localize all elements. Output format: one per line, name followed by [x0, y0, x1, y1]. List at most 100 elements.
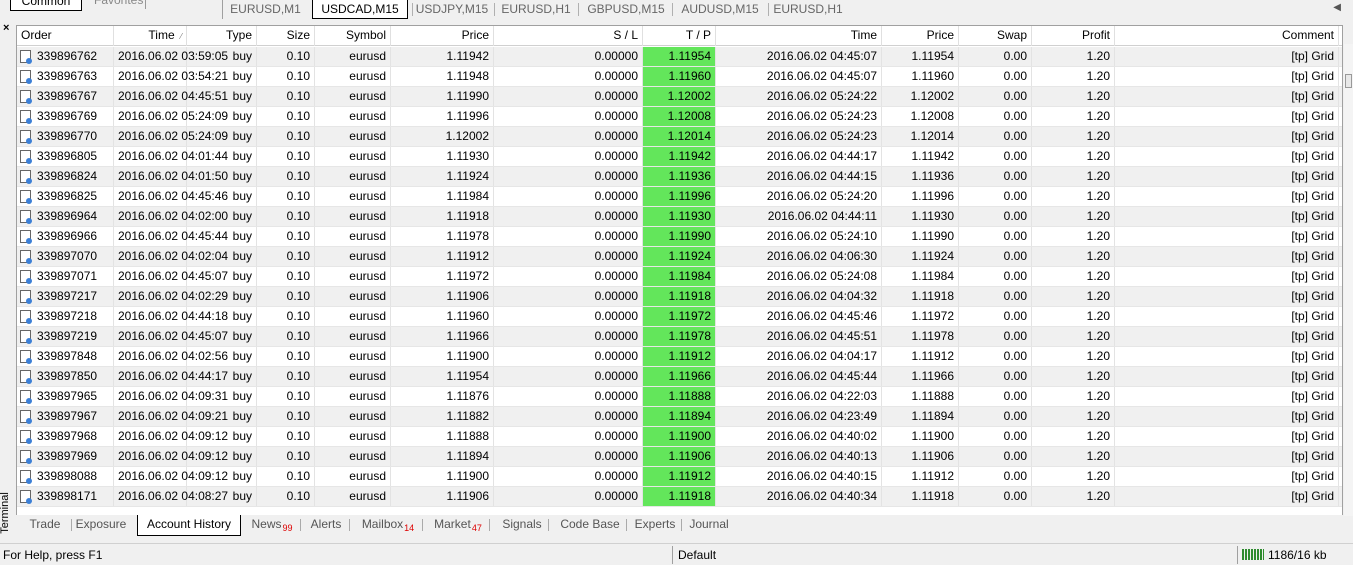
- table-cell: 1.20: [1032, 147, 1115, 166]
- terminal-tab[interactable]: Alerts: [304, 515, 348, 535]
- table-row[interactable]: 339896824 2016.06.02 04:01:50 buy 0.10 eurus…: [17, 167, 1342, 187]
- column-header[interactable]: S / L: [494, 26, 643, 46]
- table-cell: [tp] Grid: [1115, 387, 1339, 406]
- table-row[interactable]: 339896805 2016.06.02 04:01:44 buy 0.10 eurus…: [17, 147, 1342, 167]
- table-row[interactable]: 339897219 2016.06.02 04:45:07 buy 0.10 eurus…: [17, 327, 1342, 347]
- table-cell: 1.11924: [391, 167, 494, 186]
- take-profit-cell: 1.11924: [643, 247, 716, 266]
- column-header[interactable]: Swap: [959, 26, 1032, 46]
- tabs-scroll-left-icon[interactable]: ◀: [1333, 2, 1341, 13]
- table-cell: 0.10: [257, 287, 315, 306]
- table-row[interactable]: 339897848 2016.06.02 04:02:56 buy 0.10 eurus…: [17, 347, 1342, 367]
- table-row[interactable]: 339897968 2016.06.02 04:09:12 buy 0.10 eurus…: [17, 427, 1342, 447]
- take-profit-cell: 1.11972: [643, 307, 716, 326]
- table-cell: 0.00: [959, 107, 1032, 126]
- table-row[interactable]: 339896770 2016.06.02 05:24:09 buy 0.10 eurus…: [17, 127, 1342, 147]
- terminal-tab[interactable]: Account History: [137, 515, 241, 536]
- terminal-tab[interactable]: Experts: [630, 515, 680, 535]
- table-row[interactable]: 339898171 2016.06.02 04:08:27 buy 0.10 eurus…: [17, 487, 1342, 507]
- table-cell: 0.10: [257, 327, 315, 346]
- table-cell: 0.10: [257, 487, 315, 506]
- terminal-tab[interactable]: Trade: [20, 515, 70, 535]
- table-row[interactable]: 339898088 2016.06.02 04:09:12 buy 0.10 eurus…: [17, 467, 1342, 487]
- tab-common[interactable]: Common: [10, 0, 82, 11]
- chart-tab[interactable]: EURUSD,H1: [772, 0, 844, 19]
- scrollbar-grip[interactable]: [1345, 74, 1352, 88]
- table-cell: 0.00: [959, 407, 1032, 426]
- table-row[interactable]: 339897850 2016.06.02 04:44:17 buy 0.10 eurus…: [17, 367, 1342, 387]
- terminal-tab[interactable]: Signals: [497, 515, 547, 535]
- chart-tab[interactable]: GBPUSD,M15: [584, 0, 668, 19]
- column-header[interactable]: T / P: [643, 26, 716, 46]
- order-number: 339897070: [37, 249, 98, 263]
- table-cell: 1.11906: [882, 447, 959, 466]
- column-header[interactable]: Size: [257, 26, 315, 46]
- table-row[interactable]: 339896825 2016.06.02 04:45:46 buy 0.10 eurus…: [17, 187, 1342, 207]
- terminal-tab[interactable]: Mailbox14: [355, 515, 421, 535]
- chart-tab[interactable]: USDCAD,M15: [312, 0, 408, 19]
- order-icon: [20, 450, 32, 464]
- table-cell: [tp] Grid: [1115, 427, 1339, 446]
- table-cell: 339896805: [17, 147, 114, 166]
- close-icon[interactable]: ×: [3, 23, 13, 34]
- table-row[interactable]: 339897969 2016.06.02 04:09:12 buy 0.10 eurus…: [17, 447, 1342, 467]
- chart-tab[interactable]: AUDUSD,M15: [676, 0, 764, 19]
- table-cell: eurusd: [315, 167, 391, 186]
- terminal-tab[interactable]: Code Base: [555, 515, 625, 535]
- column-header[interactable]: Type: [187, 26, 257, 46]
- terminal-tab[interactable]: Journal: [683, 515, 735, 535]
- table-row[interactable]: 339896966 2016.06.02 04:45:44 buy 0.10 eurus…: [17, 227, 1342, 247]
- connection-status[interactable]: 1186/16 kb: [1242, 548, 1327, 562]
- table-cell: 0.00000: [494, 387, 643, 406]
- column-header[interactable]: Time: [716, 26, 882, 46]
- table-cell: 0.10: [257, 447, 315, 466]
- table-cell: 1.11930: [882, 207, 959, 226]
- terminal-tab-label: Journal: [689, 517, 729, 531]
- column-header[interactable]: Price: [882, 26, 959, 46]
- vertical-scrollbar[interactable]: [1344, 44, 1353, 516]
- table-cell: 1.11930: [391, 147, 494, 166]
- order-icon: [20, 270, 32, 284]
- table-row[interactable]: 339896964 2016.06.02 04:02:00 buy 0.10 eurus…: [17, 207, 1342, 227]
- terminal-tab[interactable]: News99: [245, 515, 299, 535]
- table-row[interactable]: 339897071 2016.06.02 04:45:07 buy 0.10 eurus…: [17, 267, 1342, 287]
- table-row[interactable]: 339897967 2016.06.02 04:09:21 buy 0.10 eurus…: [17, 407, 1342, 427]
- table-row[interactable]: 339897965 2016.06.02 04:09:31 buy 0.10 eurus…: [17, 387, 1342, 407]
- chart-tab[interactable]: EURUSD,H1: [498, 0, 574, 19]
- table-row[interactable]: 339897218 2016.06.02 04:44:18 buy 0.10 eurus…: [17, 307, 1342, 327]
- table-cell: 2016.06.02 04:01:50: [114, 167, 228, 186]
- table-cell: buy: [187, 207, 257, 226]
- table-row[interactable]: 339896763 2016.06.02 03:54:21 buy 0.10 eurus…: [17, 67, 1342, 87]
- chart-tab[interactable]: USDJPY,M15: [414, 0, 490, 19]
- column-header[interactable]: Time ⁄: [114, 26, 187, 46]
- table-row[interactable]: 339897070 2016.06.02 04:02:04 buy 0.10 eurus…: [17, 247, 1342, 267]
- terminal-tab[interactable]: Market47: [428, 515, 488, 535]
- column-header[interactable]: Symbol: [315, 26, 391, 46]
- chart-tab[interactable]: EURUSD,M1: [228, 0, 303, 19]
- tab-favorites[interactable]: Favorites: [86, 0, 151, 11]
- table-row[interactable]: 339896769 2016.06.02 05:24:09 buy 0.10 eurus…: [17, 107, 1342, 127]
- column-header[interactable]: Profit: [1032, 26, 1115, 46]
- terminal-tab[interactable]: Exposure: [72, 515, 130, 535]
- table-cell: 1.20: [1032, 367, 1115, 386]
- table-row[interactable]: 339896767 2016.06.02 04:45:51 buy 0.10 eurus…: [17, 87, 1342, 107]
- column-header[interactable]: Order: [17, 26, 114, 46]
- table-cell: 339897848: [17, 347, 114, 366]
- take-profit-cell: 1.11996: [643, 187, 716, 206]
- column-header[interactable]: Price: [391, 26, 494, 46]
- table-cell: 0.10: [257, 367, 315, 386]
- table-cell: 0.00: [959, 127, 1032, 146]
- table-cell: 0.10: [257, 307, 315, 326]
- column-header[interactable]: Comment: [1115, 26, 1339, 46]
- table-row[interactable]: 339897217 2016.06.02 04:02:29 buy 0.10 eurus…: [17, 287, 1342, 307]
- column-header-label: Time: [148, 28, 175, 42]
- table-cell: eurusd: [315, 447, 391, 466]
- table-cell: [tp] Grid: [1115, 147, 1339, 166]
- table-cell: 1.20: [1032, 327, 1115, 346]
- table-cell: 0.10: [257, 147, 315, 166]
- table-cell: [tp] Grid: [1115, 207, 1339, 226]
- table-cell: buy: [187, 107, 257, 126]
- table-cell: 2016.06.02 03:54:21: [114, 67, 228, 86]
- table-cell: 1.20: [1032, 447, 1115, 466]
- table-row[interactable]: 339896762 2016.06.02 03:59:05 buy 0.10 eurus…: [17, 47, 1342, 67]
